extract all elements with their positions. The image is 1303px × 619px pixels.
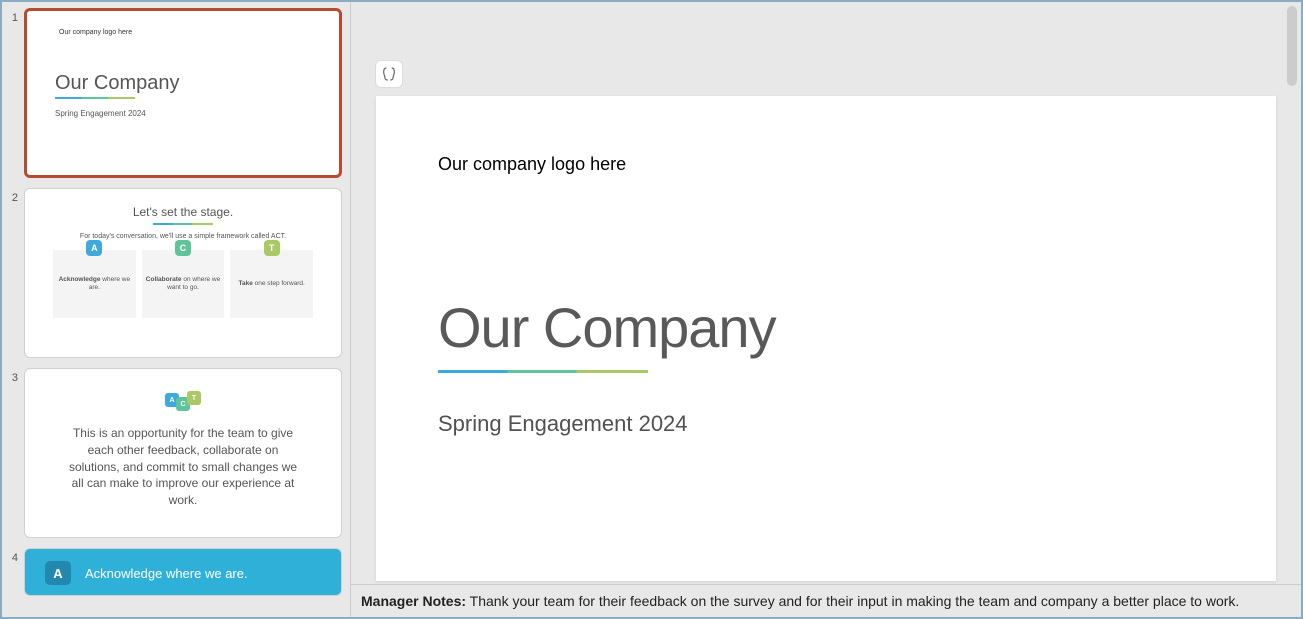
app-root: 1 Our company logo here Our Company Spri… (2, 2, 1301, 617)
thumb-divider (153, 223, 213, 225)
slide-divider (438, 370, 648, 373)
logo-placeholder[interactable]: Our company logo here (438, 154, 1214, 175)
thumb-badges: A C T (45, 391, 321, 411)
slide-canvas[interactable]: Our company logo here Our Company Spring… (376, 96, 1276, 581)
thumb-title: Let's set the stage. (45, 205, 321, 219)
thumb-logo-placeholder: Our company logo here (59, 29, 319, 36)
slide-subtitle[interactable]: Spring Engagement 2024 (438, 411, 1214, 437)
main-editor-area: Our company logo here Our Company Spring… (351, 2, 1301, 617)
copilot-icon (381, 66, 397, 82)
thumbnail-number: 3 (6, 368, 18, 538)
badge-a-icon: A (86, 240, 102, 256)
badge-t-icon: T (264, 240, 280, 256)
thumbnail-slide-1[interactable]: Our company logo here Our Company Spring… (24, 8, 342, 178)
thumbnail-row: 4 A Acknowledge where we are. (6, 548, 342, 596)
thumbnail-number: 2 (6, 188, 18, 358)
badge-c-icon: C (175, 240, 191, 256)
thumb-title: Our Company (55, 72, 319, 95)
thumbnail-slide-2[interactable]: Let's set the stage. For today's convers… (24, 188, 342, 358)
thumb-title: Acknowledge where we are. (85, 566, 248, 581)
slide-thumbnails-panel: 1 Our company logo here Our Company Spri… (2, 2, 351, 617)
thumbnail-slide-3[interactable]: A C T This is an opportunity for the tea… (24, 368, 342, 538)
notes-label: Manager Notes: (361, 593, 466, 609)
vertical-scrollbar[interactable] (1287, 6, 1297, 86)
thumbnail-row: 3 A C T This is an opportunity for the t… (6, 368, 342, 538)
thumb-box-t: T Take one step forward. (230, 250, 313, 318)
thumb-body: This is an opportunity for the team to g… (45, 425, 321, 509)
thumb-divider (55, 97, 135, 99)
thumb-act-boxes: A Acknowledge where we are. C Collaborat… (45, 250, 321, 318)
copilot-button[interactable] (375, 60, 403, 88)
thumb-subtitle: Spring Engagement 2024 (55, 109, 319, 118)
thumbnail-slide-4[interactable]: A Acknowledge where we are. (24, 548, 342, 596)
badge-t-icon: T (187, 391, 201, 405)
slide-title[interactable]: Our Company (438, 295, 1214, 360)
thumbnail-row: 2 Let's set the stage. For today's conve… (6, 188, 342, 358)
thumb-box-c: C Collaborate on where we want to go. (142, 250, 225, 318)
thumbnail-number: 4 (6, 548, 18, 596)
thumbnail-row: 1 Our company logo here Our Company Spri… (6, 8, 342, 178)
thumbnail-number: 1 (6, 8, 18, 178)
badge-a-icon: A (45, 561, 71, 585)
speaker-notes[interactable]: Manager Notes: Thank your team for their… (351, 584, 1301, 617)
thumb-subtitle: For today's conversation, we'll use a si… (45, 233, 321, 240)
thumb-box-a: A Acknowledge where we are. (53, 250, 136, 318)
notes-text: Thank your team for their feedback on th… (466, 593, 1239, 609)
slide-canvas-wrapper: Our company logo here Our Company Spring… (351, 2, 1301, 584)
